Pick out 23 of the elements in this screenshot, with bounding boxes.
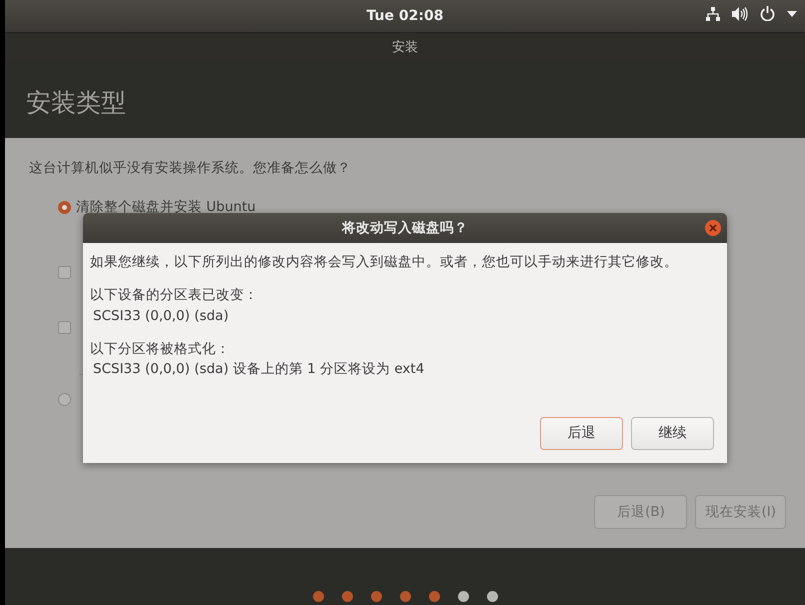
radio-button[interactable] xyxy=(58,200,71,214)
radio-button[interactable] xyxy=(58,392,71,406)
question-text: 这台计算机似乎没有安装操作系统。您准备怎么做？ xyxy=(29,159,351,178)
section-heading: 以下设备的分区表已改变： xyxy=(90,286,258,306)
section-heading: 以下分区将被格式化： xyxy=(90,340,230,359)
dialog-message: 如果您继续，以下所列出的修改内容将会写入到磁盘中。或者，您也可以手动来进行其它修改。 xyxy=(90,253,678,272)
caret-icon[interactable] xyxy=(787,10,797,16)
window-title: 安装 xyxy=(392,38,418,57)
back-button[interactable]: 后退 xyxy=(540,417,623,450)
dialog-title: 将改动写入磁盘吗？ xyxy=(342,218,468,238)
device-text: SCSI33 (0,0,0) (sda) xyxy=(93,306,229,326)
close-icon[interactable] xyxy=(709,224,717,232)
volume-icon[interactable] xyxy=(732,6,748,20)
network-icon[interactable] xyxy=(706,6,720,20)
continue-button[interactable]: 继续 xyxy=(631,417,714,450)
checkbox[interactable] xyxy=(58,320,71,334)
device-text: SCSI33 (0,0,0) (sda) 设备上的第 1 分区将设为 ext4 xyxy=(93,360,424,379)
option-label[interactable]: 清除整个磁盘并安装 Ubuntu xyxy=(76,197,256,218)
close-button[interactable] xyxy=(705,220,721,236)
clock[interactable]: Tue 02:08 xyxy=(366,6,444,26)
power-icon[interactable] xyxy=(760,6,775,21)
checkbox[interactable] xyxy=(58,266,71,279)
page-heading: 安装类型 xyxy=(26,88,126,117)
